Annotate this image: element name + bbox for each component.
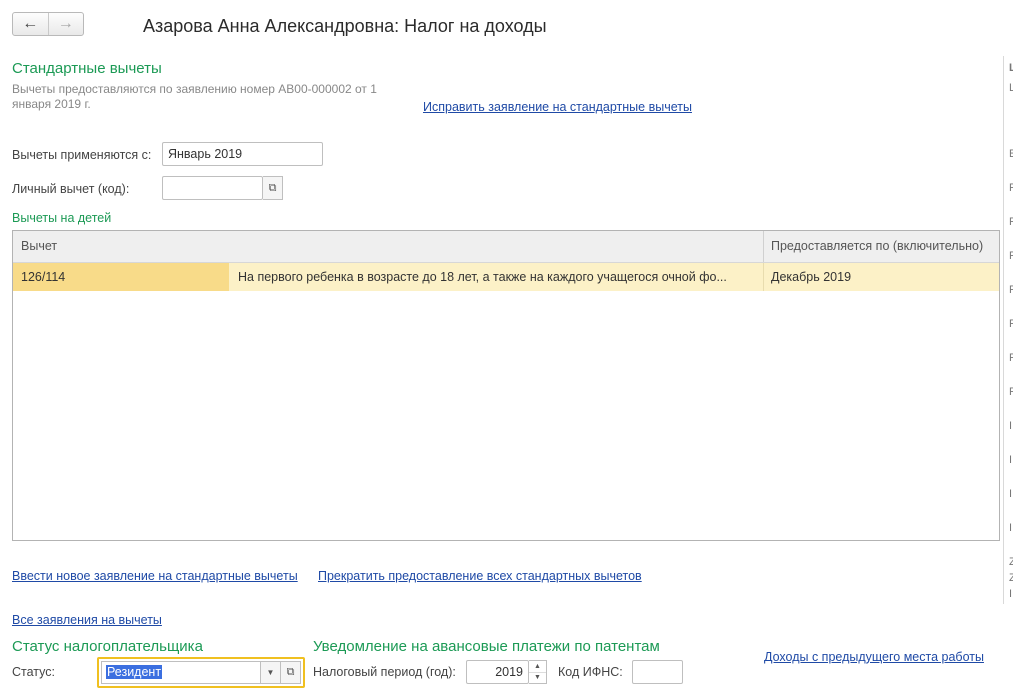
patent-notification-heading: Уведомление на авансовые платежи по пате… [313,638,660,655]
column-divider [763,263,764,291]
right-panel-text: Z [1009,556,1013,568]
back-arrow-icon[interactable]: ← [13,13,48,35]
right-panel-text: F [1009,250,1013,262]
spinner-down-icon[interactable]: ▼ [529,673,546,684]
column-header-deduction[interactable]: Вычет [21,239,57,253]
row-code: 126/114 [21,270,66,284]
open-icon[interactable]: ⧉ [281,661,301,684]
dropdown-arrow-icon[interactable]: ▼ [261,661,281,684]
status-field-focus: Резидент ▼ ⧉ [97,657,305,688]
status-select[interactable]: Резидент [101,661,261,684]
all-applications-link[interactable]: Все заявления на вычеты [12,613,162,627]
page-title: Азарова Анна Александровна: Налог на дох… [143,16,547,36]
right-panel-text: L [1009,62,1013,74]
right-panel-text: F [1009,284,1013,296]
forward-arrow-icon[interactable]: → [47,13,84,35]
taxpayer-status-heading: Статус налогоплательщика [12,638,203,655]
right-panel-text: E [1009,148,1013,160]
personal-deduction-field[interactable] [162,176,263,200]
table-row[interactable]: 126/114 На первого ребенка в возрасте до… [13,263,999,291]
note-line-1: Вычеты предоставляются по заявлению номе… [12,82,377,96]
row-until: Декабрь 2019 [771,270,852,284]
right-panel-text: I [1009,588,1013,600]
column-divider [763,231,764,262]
edit-application-link[interactable]: Исправить заявление на стандартные вычет… [423,100,692,114]
tax-period-field[interactable]: 2019 [466,660,529,684]
stop-all-deductions-link[interactable]: Прекратить предоставление всех стандартн… [318,569,642,583]
ifns-code-field[interactable] [632,660,683,684]
right-panel-text: I [1009,488,1013,500]
table-header: Вычет Предоставляется по (включительно) [13,231,999,263]
right-panel-text: F [1009,216,1013,228]
right-panel-text: F [1009,352,1013,364]
right-panel-text: L [1009,82,1013,94]
right-panel-text: F [1009,386,1013,398]
right-panel-text: Z [1009,572,1013,584]
open-icon[interactable]: ⧉ [263,176,283,200]
ifns-code-label: Код ИФНС: [558,665,623,679]
column-header-until[interactable]: Предоставляется по (включительно) [771,239,983,253]
tax-period-group: 2019 ▲ ▼ [466,660,547,684]
right-panel-text: I [1009,522,1013,534]
tax-period-label: Налоговый период (год): [313,665,456,679]
row-code-cell[interactable]: 126/114 [13,263,229,291]
apply-from-field[interactable]: Январь 2019 [162,142,323,166]
children-deductions-table[interactable]: Вычет Предоставляется по (включительно) … [12,230,1000,541]
navigation-buttons: ← → [12,12,84,36]
row-description: На первого ребенка в возрасте до 18 лет,… [238,270,727,284]
spinner-up-icon[interactable]: ▲ [529,661,546,673]
right-panel-text: I [1009,454,1013,466]
apply-from-label: Вычеты применяются с: [12,148,152,162]
right-panel-clipped: L L E F F F F F F F I I I I Z Z I [1003,56,1013,604]
status-value: Резидент [106,665,163,679]
previous-income-link[interactable]: Доходы с предыдущего места работы [764,650,984,664]
year-spinner[interactable]: ▲ ▼ [529,660,547,684]
note-line-2: января 2019 г. [12,97,91,111]
right-panel-text: I [1009,420,1013,432]
standard-deductions-note: Вычеты предоставляются по заявлению номе… [12,82,377,112]
status-label: Статус: [12,665,55,679]
right-panel-text: F [1009,182,1013,194]
children-deductions-heading: Вычеты на детей [12,211,112,225]
standard-deductions-heading: Стандартные вычеты [12,60,162,77]
new-application-link[interactable]: Ввести новое заявление на стандартные вы… [12,569,298,583]
right-panel-text: F [1009,318,1013,330]
personal-deduction-label: Личный вычет (код): [12,182,130,196]
personal-deduction-group: ⧉ [162,176,283,200]
